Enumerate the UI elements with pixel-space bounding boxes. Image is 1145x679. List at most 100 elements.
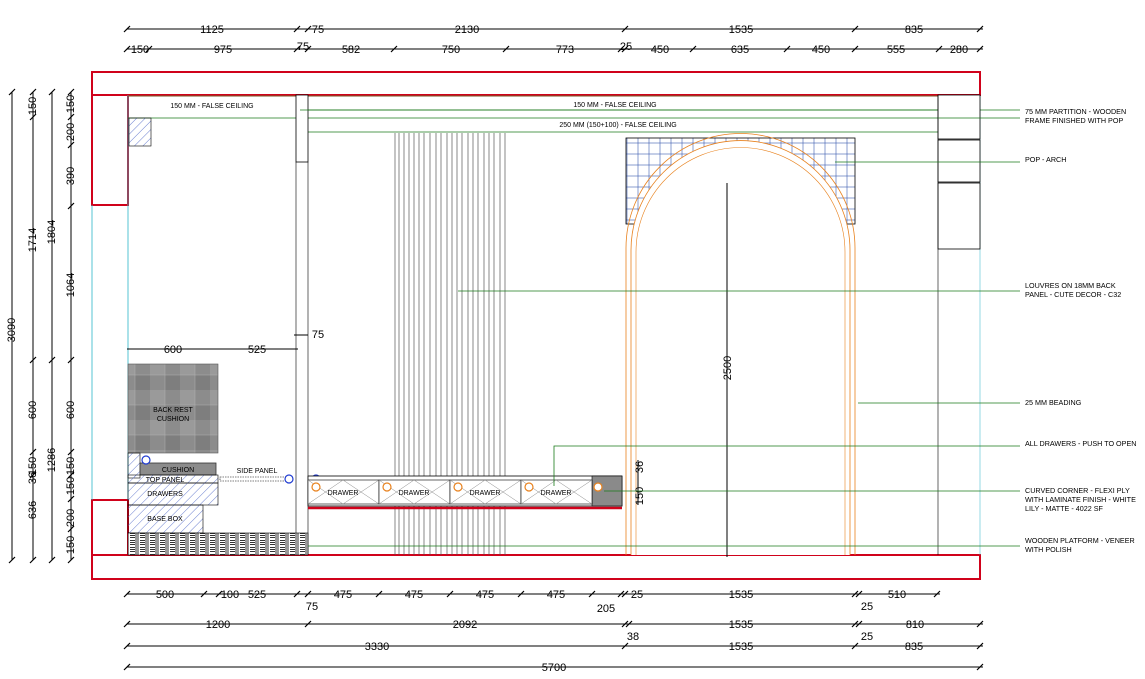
dim-text: 1535 [729, 641, 753, 653]
drawer-label: DRAWER [328, 490, 359, 497]
dim-text: 525 [248, 344, 266, 356]
left-dimension-inner: 150 200 390 1064 600 150 150 200 150 [65, 92, 77, 560]
dim-text: 150 [131, 44, 149, 56]
top-ticks [123, 25, 984, 53]
dim-text: 75 [312, 24, 324, 36]
dim-text: 3090 [6, 318, 18, 342]
dim-text: 582 [342, 44, 360, 56]
dim-text: 25 [861, 601, 873, 613]
left-dimension-mid2: 1804 1286 [46, 92, 58, 560]
bottom-dimension-chain-4: 5700 [127, 662, 983, 674]
dim-text: 600 [27, 401, 39, 419]
drawer-label: DRAWER [541, 490, 572, 497]
drawers-label: DRAWERS [147, 491, 183, 498]
dim-text: 280 [950, 44, 968, 56]
note-curved-corner: CURVED CORNER - FLEXI PLY WITH LAMINATE F… [1025, 486, 1136, 513]
bench: BACK REST CUSHION CUSHION TOP PANEL DRAW… [127, 363, 321, 534]
dim-text: 475 [476, 589, 494, 601]
dim-text: 200 [65, 123, 77, 141]
dim-text: 555 [887, 44, 905, 56]
dim-text: 1535 [729, 24, 753, 36]
dim-text: 525 [248, 589, 266, 601]
side-panel-bar [219, 476, 291, 482]
false-ceiling: 150 MM - FALSE CEILING 150 MM - FALSE CE… [128, 102, 938, 133]
annotation-notes: 75 MM PARTITION - WOODEN FRAME FINISHED W… [1025, 107, 1136, 554]
dim-text: 390 [65, 167, 77, 185]
back-rest-cushion-label: CUSHION [157, 416, 189, 423]
dim-text: 150 [27, 97, 39, 115]
left-dimension-outer: 3090 [6, 92, 18, 560]
dim-text: 5700 [542, 662, 566, 674]
drawer-label: DRAWER [399, 490, 430, 497]
drawer-dim-36: 36 [634, 461, 646, 473]
drawer: DRAWER [449, 479, 522, 505]
false-ceiling-left-label: 150 MM - FALSE CEILING [170, 103, 253, 110]
dim-text: 600 [164, 344, 182, 356]
bottom-dimension-chain-1: 500 100 525 75 475 475 475 475 205 25 15… [127, 589, 940, 615]
bench-dimensions: 600 525 75 [127, 329, 324, 356]
dim-text: 600 [65, 401, 77, 419]
back-rest-label: BACK REST [153, 407, 193, 414]
note-partition: 75 MM PARTITION - WOODEN FRAME FINISHED W… [1025, 107, 1126, 125]
push-to-open-icon [311, 482, 321, 492]
dim-text: 636 [27, 501, 39, 519]
dim-text: 38 [627, 631, 639, 643]
dim-text: 75 [312, 329, 324, 341]
dim-text: 635 [731, 44, 749, 56]
bottom-ticks [123, 590, 984, 671]
note-louvres: LOUVRES ON 18MM BACK PANEL - CUTE DECOR -… [1025, 281, 1121, 299]
dim-text: 835 [905, 24, 923, 36]
dim-text: 2130 [455, 24, 479, 36]
left-dimension-mid: 150 1714 600 150 36 636 [27, 92, 39, 560]
right-cabinet [937, 94, 981, 555]
dim-text: 36 [27, 472, 39, 484]
drawer: DRAWER [307, 479, 380, 505]
drawer-unit: DRAWER DRAWER DRAWER DRAWER [307, 475, 623, 510]
dim-text: 810 [906, 619, 924, 631]
dim-text: 25 [620, 41, 632, 53]
dim-text: 1535 [729, 589, 753, 601]
dim-text: 510 [888, 589, 906, 601]
elevation-drawing: 1125 75 2130 1535 835 150 975 75 582 750… [6, 24, 1136, 674]
dim-text: 975 [214, 44, 232, 56]
bottom-dimension-chain-2: 1200 2092 38 1535 25 810 [127, 619, 983, 643]
push-to-open-icon [382, 482, 392, 492]
dim-text: 773 [556, 44, 574, 56]
side-panel-label: SIDE PANEL [237, 468, 278, 475]
dim-text: 25 [631, 589, 643, 601]
dim-text: 200 [65, 509, 77, 527]
dim-text: 205 [597, 603, 615, 615]
drawer: DRAWER [520, 479, 593, 505]
dim-text: 1200 [206, 619, 230, 631]
dim-text: 150 [65, 536, 77, 554]
base-box-label: BASE BOX [147, 516, 183, 523]
dim-text: 475 [547, 589, 565, 601]
dim-text: 2092 [453, 619, 477, 631]
drawer-dim-150: 150 [634, 487, 646, 505]
dim-text: 1125 [200, 24, 224, 36]
arch-height-dim: 2500 [722, 356, 734, 380]
push-to-open-icon [453, 482, 463, 492]
cushion-label: CUSHION [162, 467, 194, 474]
dim-text: 1064 [65, 273, 77, 297]
dim-text: 500 [156, 589, 174, 601]
push-to-open-icon [524, 482, 534, 492]
note-drawers: ALL DRAWERS - PUSH TO OPEN [1025, 439, 1136, 448]
dim-text: 835 [905, 641, 923, 653]
dim-text: 100 [221, 589, 239, 601]
note-platform: WOODEN PLATFORM - VENEER WITH POLISH [1025, 536, 1135, 554]
wooden-platform [127, 532, 309, 556]
dim-text: 1804 [46, 220, 58, 244]
dim-text: 475 [405, 589, 423, 601]
hatched-column [128, 117, 152, 147]
dim-text: 450 [651, 44, 669, 56]
false-ceiling-mid-label: 150 MM - FALSE CEILING [573, 102, 656, 109]
dim-text: 750 [442, 44, 460, 56]
dim-text: 150 [65, 95, 77, 113]
top-dimension-chain-2: 150 975 75 582 750 773 25 450 635 450 55… [127, 41, 983, 56]
drawer: DRAWER [378, 479, 451, 505]
dim-text: 150 [65, 457, 77, 475]
dim-text: 1535 [729, 619, 753, 631]
dim-text: 150 [65, 477, 77, 495]
dim-text: 25 [861, 631, 873, 643]
